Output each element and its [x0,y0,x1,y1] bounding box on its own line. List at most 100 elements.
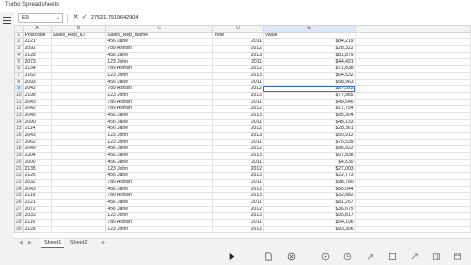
cell-value[interactable]: $22,773 [262,172,356,180]
tab-scroll-left-icon[interactable]: ◀ [19,240,23,246]
cell-value[interactable]: $36,675 [262,205,356,214]
row-header[interactable]: 6 [14,65,24,73]
row-header[interactable]: 27 [14,205,24,214]
cell-sales-rep-id[interactable]: Sales_Rep_ID [50,31,107,40]
cell-sales-rep-id[interactable] [50,185,107,194]
confirm-edit-icon[interactable]: ✓ [80,13,89,23]
cell-sales-rep-id[interactable] [50,138,107,147]
cell-value[interactable]: $27,522 [262,85,356,93]
cell-postcode[interactable]: 2090 [22,118,52,127]
column-header-d[interactable]: D [212,25,264,33]
cell-postcode[interactable]: 2128 [22,51,52,60]
cell-sales-rep-id[interactable] [50,212,107,220]
cell-value[interactable]: $57,838 [262,152,356,160]
cell-value[interactable]: $98,780 [262,178,356,187]
cell-postcode[interactable]: 2114 [22,125,52,133]
cell-reference-box[interactable]: E9 ⌄ [18,13,63,23]
cell-sales-rep-id[interactable] [50,152,107,160]
cell-sales-rep-id[interactable] [50,125,107,133]
cell-postcode[interactable]: 2042 [22,85,52,93]
cell-empty[interactable] [354,165,471,174]
cell-value[interactable]: $71,838 [262,65,356,73]
cell-sales-rep-id[interactable] [50,192,107,200]
cell-empty[interactable] [354,98,471,107]
cell-empty[interactable] [354,45,471,53]
column-header-c[interactable]: C [105,25,214,33]
cell-sales-rep-id[interactable] [50,98,107,107]
add-sheet-button[interactable]: + [98,239,108,248]
cell-value[interactable]: $27,003 [262,165,356,174]
column-header-e[interactable]: E [262,25,356,33]
cell-sales-rep-id[interactable] [50,71,107,80]
cell-empty[interactable] [354,152,471,160]
cell-sales-rep-name[interactable]: 789 Ashish [105,105,214,113]
cell-postcode[interactable]: 2121 [22,198,52,207]
cell-value[interactable]: $48,133 [262,118,356,127]
cell-year[interactable]: 2013 [212,212,264,220]
cell-sales-rep-name[interactable]: 456 Jane [105,38,214,47]
row-header[interactable]: 14 [14,118,24,127]
cell-empty[interactable] [354,192,471,200]
cell-sales-rep-name[interactable]: 123 John [105,58,214,67]
cell-sales-rep-name[interactable]: 123 John [105,71,214,80]
row-header[interactable]: 3 [14,45,24,53]
cell-postcode[interactable]: 2032 [22,178,52,187]
cell-empty[interactable] [354,138,471,147]
row-header[interactable]: 8 [14,78,24,87]
cell-value[interactable]: $93,306 [262,225,356,234]
row-header[interactable]: 1 [14,31,24,40]
cell-year[interactable]: 2011 [212,118,264,127]
cell-year[interactable]: 2013 [212,111,264,120]
cell-value[interactable]: $44,491 [262,58,356,67]
cell-value[interactable]: $75,539 [262,138,356,147]
cell-value[interactable]: $17,754 [262,105,356,113]
row-header[interactable]: 20 [14,158,24,167]
cell-sales-rep-id[interactable] [50,118,107,127]
cell-empty[interactable] [354,205,471,214]
row-header[interactable]: 23 [14,178,24,187]
cell-postcode[interactable]: 2049 [22,145,52,154]
cell-year[interactable]: 2013 [212,132,264,140]
cell-year[interactable]: 2012 [212,165,264,174]
cell-year[interactable]: 2013 [212,152,264,160]
cell-sales-rep-id[interactable] [50,145,107,154]
cell-year[interactable]: 2013 [212,192,264,200]
cell-postcode[interactable]: 2119 [22,192,52,200]
row-header[interactable]: 30 [14,225,24,234]
cell-postcode[interactable]: 2093 [22,78,52,87]
cell-year[interactable]: 2012 [212,85,264,93]
cell-sales-rep-name[interactable]: 123 John [105,91,214,100]
cell-empty[interactable] [354,125,471,133]
select-all-corner[interactable] [14,25,24,33]
cell-empty[interactable] [354,225,471,234]
row-header[interactable]: 17 [14,138,24,147]
cell-empty[interactable] [354,31,471,40]
cell-empty[interactable] [354,185,471,194]
cell-empty[interactable] [354,51,471,60]
cell-sales-rep-name[interactable]: 456 Jane [105,51,214,60]
cell-value[interactable]: $58,963 [262,78,356,87]
cell-sales-rep-name[interactable]: 789 Ashish [105,98,214,107]
cell-sales-rep-name[interactable]: 456 Jane [105,145,214,154]
row-header[interactable]: 19 [14,152,24,160]
cell-sales-rep-id[interactable] [50,91,107,100]
cell-empty[interactable] [354,85,471,93]
cell-value[interactable]: $32,882 [262,192,356,200]
cell-year[interactable]: 2011 [212,158,264,167]
square-icon[interactable] [388,252,397,261]
row-header[interactable]: 12 [14,105,24,113]
cell-sales-rep-name[interactable]: 456 Jane [105,78,214,87]
cell-postcode[interactable]: 2062 [22,138,52,147]
row-header[interactable]: 9 [14,85,24,93]
cell-empty[interactable] [354,132,471,140]
cell-sales-rep-name[interactable]: 456 Jane [105,158,214,167]
cell-postcode[interactable]: 2045 [22,111,52,120]
cell-year[interactable]: 2012 [212,225,264,234]
row-header[interactable]: 13 [14,111,24,120]
row-header[interactable]: 26 [14,198,24,207]
row-header[interactable]: 18 [14,145,24,154]
cell-sales-rep-name[interactable]: 456 Jane [105,111,214,120]
cell-empty[interactable] [354,158,471,167]
cell-empty[interactable] [354,118,471,127]
cell-empty[interactable] [354,58,471,67]
